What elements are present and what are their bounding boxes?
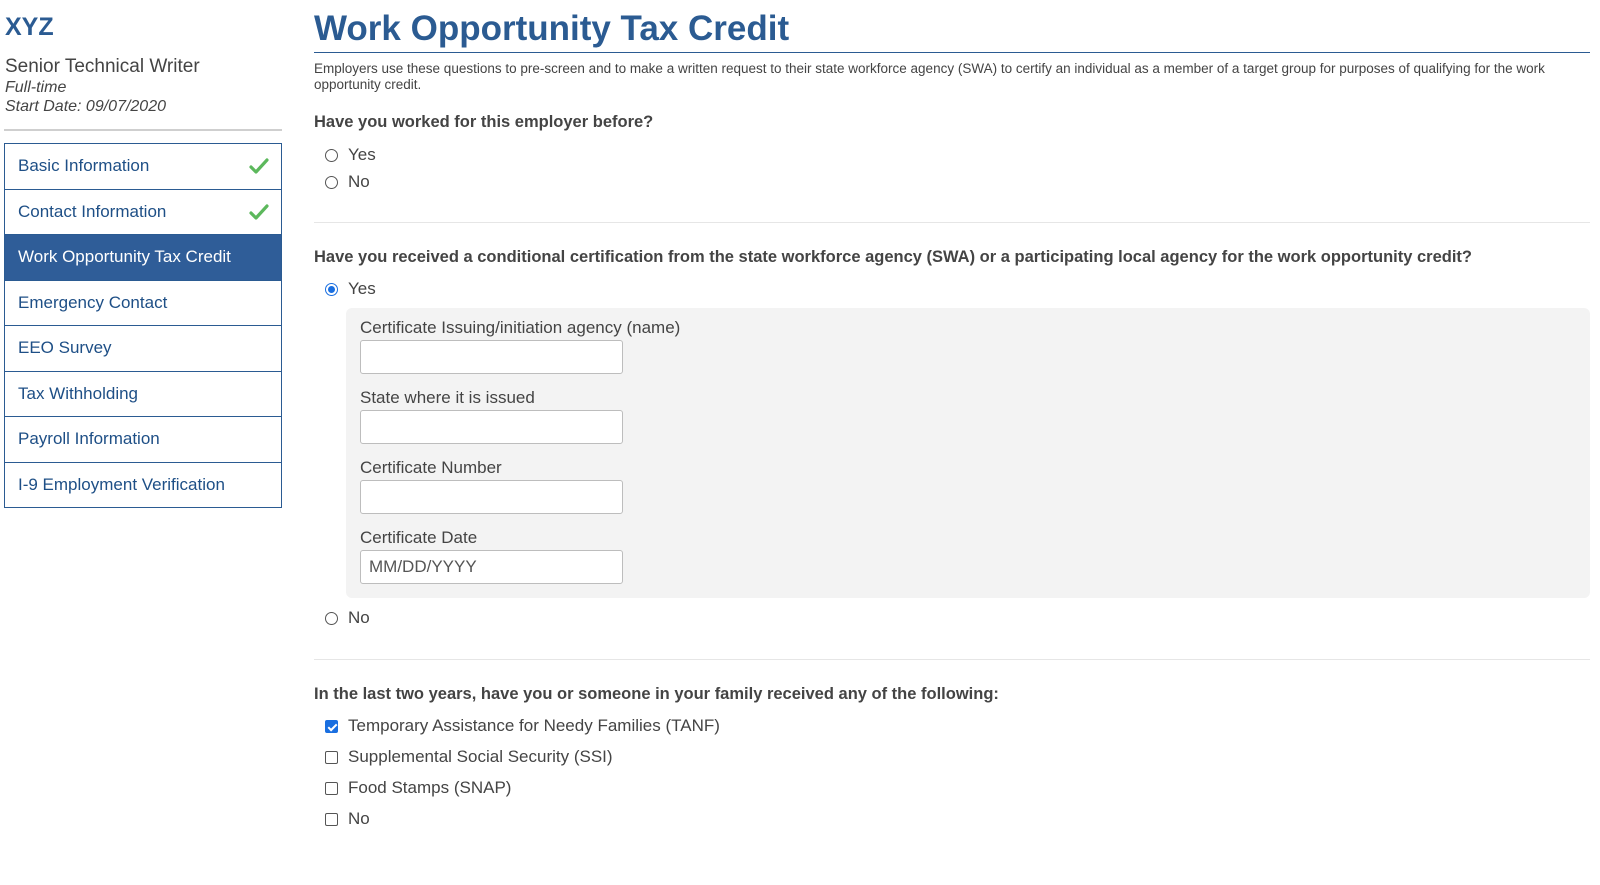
option-label: Yes bbox=[348, 278, 376, 298]
option-label: No bbox=[348, 607, 370, 627]
question-worked-before: Have you worked for this employer before… bbox=[314, 113, 654, 131]
agency-field: Certificate Issuing/initiation agency (n… bbox=[360, 318, 1576, 374]
option-label: No bbox=[348, 808, 370, 828]
agency-input[interactable] bbox=[360, 340, 623, 374]
section-divider bbox=[314, 222, 1590, 223]
snap-option[interactable]: Food Stamps (SNAP) bbox=[325, 772, 1590, 803]
check-icon bbox=[249, 158, 269, 174]
certificate-date-label: Certificate Date bbox=[360, 528, 478, 547]
nav-item-tax-withholding[interactable]: Tax Withholding bbox=[4, 371, 282, 417]
certification-no-option[interactable]: No bbox=[325, 604, 1590, 631]
intro-text: Employers use these questions to pre-scr… bbox=[314, 61, 1545, 92]
tanf-option[interactable]: Temporary Assistance for Needy Families … bbox=[325, 710, 1590, 741]
worked-before-no-radio[interactable] bbox=[325, 176, 338, 189]
onboarding-nav: Basic Information Contact Information Wo… bbox=[4, 143, 282, 508]
option-label: Supplemental Social Security (SSI) bbox=[348, 746, 613, 766]
option-label: Temporary Assistance for Needy Families … bbox=[348, 715, 720, 735]
certificate-number-field: Certificate Number bbox=[360, 458, 1576, 514]
company-name: XYZ bbox=[5, 13, 54, 41]
page-title: Work Opportunity Tax Credit bbox=[314, 9, 790, 48]
certification-yes-option[interactable]: Yes bbox=[325, 275, 1590, 302]
nav-item-label: EEO Survey bbox=[18, 338, 112, 358]
question-conditional-certification: Have you received a conditional certific… bbox=[314, 248, 1472, 266]
certification-details-panel: Certificate Issuing/initiation agency (n… bbox=[346, 308, 1590, 598]
worked-before-no-option[interactable]: No bbox=[325, 168, 1590, 195]
title-divider bbox=[314, 52, 1590, 53]
nav-item-work-opportunity-tax-credit[interactable]: Work Opportunity Tax Credit bbox=[4, 235, 282, 281]
option-label: Food Stamps (SNAP) bbox=[348, 777, 512, 797]
nav-item-label: Work Opportunity Tax Credit bbox=[18, 247, 231, 267]
none-option[interactable]: No bbox=[325, 803, 1590, 834]
option-label: No bbox=[348, 171, 370, 191]
sidebar: XYZ Senior Technical Writer Full-time St… bbox=[4, 12, 282, 508]
option-label: Yes bbox=[348, 144, 376, 164]
nav-item-label: Emergency Contact bbox=[18, 292, 168, 312]
tanf-checkbox[interactable] bbox=[325, 720, 338, 733]
ssi-checkbox[interactable] bbox=[325, 751, 338, 764]
certificate-number-label: Certificate Number bbox=[360, 458, 502, 477]
question-family-assistance: In the last two years, have you or someo… bbox=[314, 685, 999, 703]
nav-item-eeo-survey[interactable]: EEO Survey bbox=[4, 326, 282, 372]
nav-item-label: I-9 Employment Verification bbox=[18, 474, 225, 494]
snap-checkbox[interactable] bbox=[325, 782, 338, 795]
state-label: State where it is issued bbox=[360, 388, 535, 407]
nav-item-emergency-contact[interactable]: Emergency Contact bbox=[4, 280, 282, 326]
sidebar-divider bbox=[4, 129, 282, 131]
check-icon bbox=[249, 204, 269, 220]
section-divider bbox=[314, 659, 1590, 660]
state-field: State where it is issued bbox=[360, 388, 1576, 444]
start-date: Start Date: 09/07/2020 bbox=[5, 98, 166, 115]
nav-item-basic-information[interactable]: Basic Information bbox=[4, 144, 282, 190]
job-title: Senior Technical Writer bbox=[5, 56, 200, 77]
nav-item-payroll-information[interactable]: Payroll Information bbox=[4, 417, 282, 463]
nav-item-label: Payroll Information bbox=[18, 429, 160, 449]
certificate-number-input[interactable] bbox=[360, 480, 623, 514]
page: XYZ Senior Technical Writer Full-time St… bbox=[0, 0, 1600, 885]
ssi-option[interactable]: Supplemental Social Security (SSI) bbox=[325, 741, 1590, 772]
nav-item-label: Contact Information bbox=[18, 201, 167, 221]
nav-item-label: Tax Withholding bbox=[18, 383, 139, 403]
main-content: Work Opportunity Tax Credit Employers us… bbox=[314, 8, 1590, 834]
state-input[interactable] bbox=[360, 410, 623, 444]
nav-item-i9-employment-verification[interactable]: I-9 Employment Verification bbox=[4, 462, 282, 508]
agency-label: Certificate Issuing/initiation agency (n… bbox=[360, 318, 681, 337]
certification-no-radio[interactable] bbox=[325, 612, 338, 625]
job-type: Full-time bbox=[5, 79, 67, 96]
worked-before-yes-option[interactable]: Yes bbox=[325, 141, 1590, 168]
certificate-date-input[interactable] bbox=[360, 550, 623, 584]
certification-yes-radio[interactable] bbox=[325, 283, 338, 296]
nav-item-contact-information[interactable]: Contact Information bbox=[4, 189, 282, 235]
certificate-date-field: Certificate Date bbox=[360, 528, 1576, 584]
nav-item-label: Basic Information bbox=[18, 156, 150, 176]
worked-before-yes-radio[interactable] bbox=[325, 149, 338, 162]
none-checkbox[interactable] bbox=[325, 813, 338, 826]
